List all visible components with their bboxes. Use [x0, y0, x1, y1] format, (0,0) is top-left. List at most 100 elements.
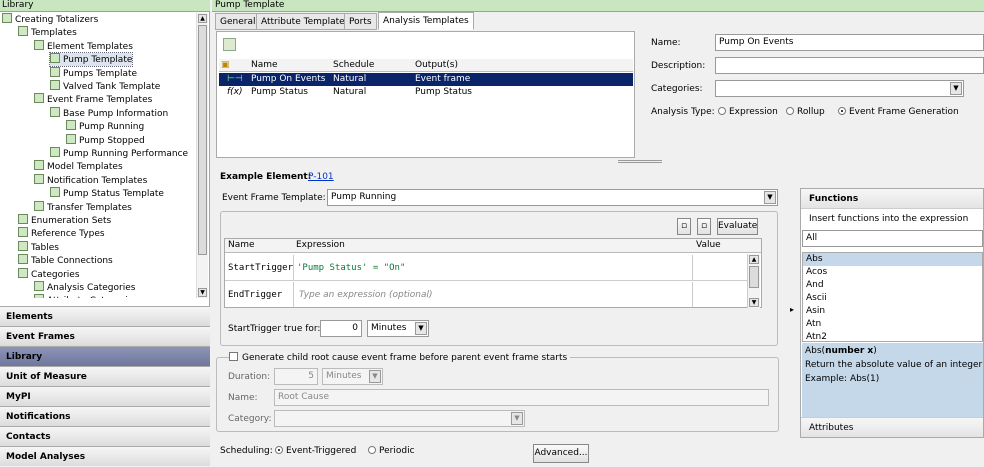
function-item[interactable]: Ascii [803, 292, 982, 305]
true-for-label: StartTrigger true for: [228, 324, 321, 334]
chevron-down-icon[interactable]: ▼ [369, 370, 381, 383]
chevron-down-icon[interactable]: ▼ [950, 82, 962, 95]
function-item[interactable]: And [803, 279, 982, 292]
expression-input[interactable]: 'Pump Status' = "On" [293, 255, 693, 280]
tab-attribute-templates[interactable]: Attribute Templates [256, 13, 355, 30]
tree-item-label: Pump Template [63, 55, 133, 66]
radio-selected-icon [275, 446, 283, 454]
tree-node-icon [34, 93, 44, 104]
functions-list[interactable]: Abs Acos And Ascii Asin Atn Atn2 [802, 252, 983, 342]
library-tree[interactable]: Creating Totalizers Templates Element Temp… [0, 13, 196, 298]
tab-analysis-templates[interactable]: Analysis Templates [378, 12, 474, 30]
tree-item[interactable]: Attribute Categories [34, 294, 138, 298]
expr-scrollbar[interactable]: ▲ ▼ [747, 254, 760, 308]
col-outputs[interactable]: Output(s) [415, 59, 458, 72]
event-frame-icon: ⊢⊣ [227, 74, 243, 84]
splitter-handle[interactable] [618, 160, 662, 163]
duration-unit-combo[interactable]: Minutes ▼ [322, 368, 383, 385]
function-item[interactable]: Acos [803, 266, 982, 279]
move-down-icon[interactable]: ▫ [697, 218, 711, 235]
col-schedule[interactable]: Schedule [333, 59, 374, 72]
tree-item[interactable]: Base Pump Information [50, 106, 168, 120]
chevron-down-icon[interactable]: ▼ [764, 191, 776, 204]
tree-scrollbar[interactable]: ▲ ▼ [196, 13, 208, 298]
table-row[interactable]: ⊢⊣ Pump On Events Natural Event frame [219, 73, 633, 86]
true-for-unit-value: Minutes [371, 323, 407, 333]
table-row[interactable]: f(x) Pump Status Natural Pump Status [219, 86, 633, 99]
functions-subtitle: Insert functions into the expression [809, 214, 969, 224]
tree-item[interactable]: Pump Running [66, 120, 144, 133]
tree-item[interactable]: Notification Templates [34, 173, 147, 187]
true-for-field[interactable]: 0 [320, 320, 362, 337]
tree-item[interactable]: Pump Stopped [66, 133, 145, 147]
tree-item[interactable]: Pumps Template [50, 66, 137, 80]
tree-item[interactable]: Model Templates [34, 160, 123, 173]
nav-elements[interactable]: Elements [0, 306, 210, 326]
tree-node-icon [50, 53, 60, 64]
tree-node-icon [18, 26, 28, 37]
tree-item[interactable]: Pump Running Performance [50, 147, 188, 160]
tree-item[interactable]: Templates [18, 26, 77, 39]
type-expression-radio[interactable]: Expression [718, 107, 778, 117]
nav-event-frames[interactable]: Event Frames [0, 326, 210, 346]
tree-item[interactable]: Analysis Categories [34, 281, 135, 294]
nav-notifications[interactable]: Notifications [0, 406, 210, 426]
description-field[interactable] [715, 57, 984, 74]
tree-item[interactable]: Enumeration Sets [18, 214, 111, 227]
tree-item-label: Model Templates [47, 162, 123, 173]
example-element-link[interactable]: P-101 [308, 172, 334, 182]
add-analysis-icon[interactable] [223, 38, 236, 51]
nav-mypi[interactable]: MyPI [0, 386, 210, 406]
nav-contacts[interactable]: Contacts [0, 426, 210, 446]
tab-ports[interactable]: Ports [344, 13, 377, 30]
functions-filter[interactable]: All [802, 230, 983, 247]
grid-header: ▣ Name Schedule Output(s) [219, 59, 633, 72]
tree-item[interactable]: Transfer Templates [34, 200, 132, 214]
tree-item[interactable]: Event Frame Templates [34, 93, 152, 106]
tree-item[interactable]: Pump Status Template [50, 187, 164, 200]
name-field[interactable]: Pump On Events [715, 34, 984, 51]
tree-item[interactable]: Element Templates [34, 39, 133, 53]
tree-item[interactable]: Pump Template [48, 52, 134, 68]
child-name-field[interactable]: Root Cause [274, 389, 769, 406]
expression-input[interactable]: Type an expression (optional) [293, 282, 693, 307]
tree-item[interactable]: Creating Totalizers [2, 13, 98, 26]
tab-general[interactable]: General [215, 13, 261, 30]
nav-model-analyses[interactable]: Model Analyses [0, 446, 210, 466]
tree-item[interactable]: Table Connections [18, 254, 113, 267]
type-event-frame-radio[interactable]: Event Frame Generation [838, 107, 959, 117]
true-for-unit-combo[interactable]: Minutes ▼ [367, 320, 429, 337]
expand-functions-icon[interactable]: ▸ [790, 305, 794, 314]
event-triggered-radio[interactable]: Event-Triggered [275, 446, 356, 456]
tree-item[interactable]: Categories [18, 267, 80, 281]
advanced-button[interactable]: Advanced... [533, 444, 589, 463]
expr-col-name: Name [228, 240, 255, 250]
child-name-label: Name: [228, 393, 258, 403]
function-item[interactable]: Atn [803, 318, 982, 331]
nav-unit-of-measure[interactable]: Unit of Measure [0, 366, 210, 386]
type-rollup-radio[interactable]: Rollup [786, 107, 825, 117]
example-element-label: Example Element: [220, 172, 312, 182]
periodic-radio[interactable]: Periodic [368, 446, 415, 456]
table-row[interactable]: EndTrigger Type an expression (optional) [225, 282, 747, 308]
tree-item[interactable]: Valved Tank Template [50, 80, 160, 93]
attributes-tab[interactable]: Attributes [801, 417, 983, 437]
chevron-down-icon[interactable]: ▼ [511, 412, 523, 425]
function-item[interactable]: Atn2 [803, 331, 982, 341]
child-category-combo[interactable]: ▼ [274, 410, 525, 427]
function-item[interactable]: Asin [803, 305, 982, 318]
chevron-down-icon[interactable]: ▼ [415, 322, 427, 335]
expr-row-name: EndTrigger [228, 290, 283, 300]
categories-combo[interactable]: ▼ [715, 80, 964, 97]
nav-library[interactable]: Library [0, 346, 210, 366]
table-row[interactable]: StartTrigger 'Pump Status' = "On" [225, 255, 747, 281]
tree-item[interactable]: Tables [18, 240, 59, 254]
col-name[interactable]: Name [251, 59, 278, 72]
duration-field[interactable]: 5 [274, 368, 318, 385]
function-item[interactable]: Abs [803, 253, 982, 266]
ef-template-combo[interactable]: Pump Running ▼ [327, 189, 778, 206]
evaluate-button[interactable]: Evaluate [717, 218, 758, 235]
child-frame-checkbox[interactable]: Generate child root cause event frame be… [229, 352, 571, 363]
move-up-icon[interactable]: ▫ [677, 218, 691, 235]
tree-item[interactable]: Reference Types [18, 227, 105, 240]
